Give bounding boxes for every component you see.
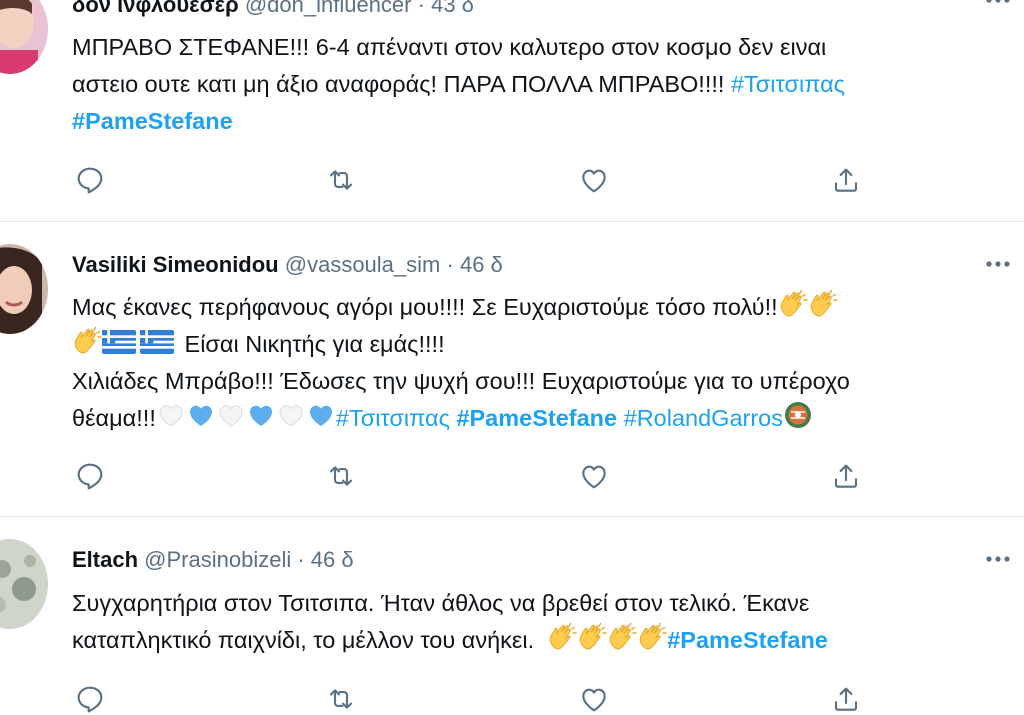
tweet-actions: [72, 164, 912, 196]
white-heart-emoji: [216, 400, 246, 430]
separator-dot: ·: [297, 547, 305, 572]
hashtag-link[interactable]: #PameStefane: [456, 405, 617, 431]
share-icon[interactable]: [830, 683, 862, 715]
hashtag-link[interactable]: #PameStefane: [72, 108, 233, 134]
timestamp[interactable]: 43 δ: [431, 0, 474, 17]
reply-icon[interactable]: [74, 460, 106, 492]
text-line: ΜΠΡΑΒΟ ΣΤΕΦΑΝΕ!!! 6-4 απέναντι στον καλυ…: [72, 34, 827, 60]
author-handle[interactable]: @vassoula_sim: [285, 252, 441, 277]
blue-heart-emoji: [186, 400, 216, 430]
text-line: Είσαι Νικητής για εμάς!!!!: [178, 331, 445, 357]
tweet-text: Μας έκανες περήφανους αγόρι μου!!!! Σε Ε…: [72, 289, 1017, 437]
tweet-text: Συγχαρητήρια στον Τσιτσιπα. Ήταν άθλος ν…: [72, 585, 1017, 659]
tweet-actions: [72, 460, 912, 492]
clapping-hands-emoji: [808, 289, 838, 319]
hashtag-link[interactable]: #Τσιτσιπας: [731, 71, 845, 97]
hashtag-link[interactable]: #PameStefane: [667, 627, 828, 653]
hashtag-link[interactable]: #RolandGarros: [624, 405, 783, 431]
more-icon[interactable]: [982, 549, 1014, 569]
blue-heart-emoji: [246, 400, 276, 430]
text-line: θέαμα!!!: [72, 405, 156, 431]
text-line: Χιλιάδες Μπράβο!!! Έδωσες την ψυχή σου!!…: [72, 368, 850, 394]
more-icon[interactable]: [982, 0, 1014, 10]
retweet-icon[interactable]: [325, 683, 357, 715]
avatar[interactable]: [0, 244, 48, 334]
retweet-icon[interactable]: [325, 164, 357, 196]
roland-garros-emoji: [783, 400, 813, 430]
retweet-icon[interactable]: [325, 460, 357, 492]
heart-icon[interactable]: [578, 164, 610, 196]
share-icon[interactable]: [830, 460, 862, 492]
separator-dot: ·: [417, 0, 425, 17]
more-icon[interactable]: [982, 254, 1014, 274]
heart-icon[interactable]: [578, 460, 610, 492]
avatar[interactable]: [0, 539, 48, 629]
tweet-actions: [72, 683, 912, 715]
tweet-3[interactable]: Eltach @Prasinobizeli · 46 δ Συγχαρητήρι…: [0, 517, 1024, 696]
hashtag-link[interactable]: #Τσιτσιπας: [336, 405, 450, 431]
share-icon[interactable]: [830, 164, 862, 196]
timestamp[interactable]: 46 δ: [311, 547, 354, 572]
white-heart-emoji: [276, 400, 306, 430]
clapping-hands-emoji: [72, 326, 102, 356]
timestamp[interactable]: 46 δ: [460, 252, 503, 277]
greece-flag-emoji: [140, 330, 174, 354]
avatar[interactable]: [0, 0, 48, 74]
separator-dot: ·: [446, 252, 454, 277]
text-line: Συγχαρητήρια στον Τσιτσιπα. Ήταν άθλος ν…: [72, 590, 810, 616]
clapping-hands-emoji: [637, 622, 667, 652]
author-name[interactable]: Vasiliki Simeonidou: [72, 252, 279, 277]
tweet-header: δον ινφλουεσερ @don_influencer · 43 δ: [72, 0, 474, 18]
author-handle[interactable]: @don_influencer: [245, 0, 412, 17]
clapping-hands-emoji: [778, 289, 808, 319]
text-line: Μας έκανες περήφανους αγόρι μου!!!! Σε Ε…: [72, 294, 778, 320]
white-heart-emoji: [156, 400, 186, 430]
tweet-header: Eltach @Prasinobizeli · 46 δ: [72, 547, 354, 573]
blue-heart-emoji: [306, 400, 336, 430]
author-handle[interactable]: @Prasinobizeli: [144, 547, 291, 572]
clapping-hands-emoji: [547, 622, 577, 652]
text-line: καταπληκτικό παιχνίδι, το μέλλον του ανή…: [72, 627, 541, 653]
reply-icon[interactable]: [74, 683, 106, 715]
greece-flag-emoji: [102, 330, 136, 354]
heart-icon[interactable]: [578, 683, 610, 715]
text-line: αστειο ουτε κατι μη άξιο αναφοράς! ΠΑΡΑ …: [72, 71, 731, 97]
tweet-header: Vasiliki Simeonidou @vassoula_sim · 46 δ: [72, 252, 503, 278]
author-name[interactable]: δον ινφλουεσερ: [72, 0, 239, 17]
reply-icon[interactable]: [74, 164, 106, 196]
clapping-hands-emoji: [577, 622, 607, 652]
clapping-hands-emoji: [607, 622, 637, 652]
tweet-text: ΜΠΡΑΒΟ ΣΤΕΦΑΝΕ!!! 6-4 απέναντι στον καλυ…: [72, 29, 1017, 140]
tweet-2[interactable]: Vasiliki Simeonidou @vassoula_sim · 46 δ…: [0, 222, 1024, 516]
tweet-1[interactable]: δον ινφλουεσερ @don_influencer · 43 δ ΜΠ…: [0, 0, 1024, 220]
author-name[interactable]: Eltach: [72, 547, 138, 572]
